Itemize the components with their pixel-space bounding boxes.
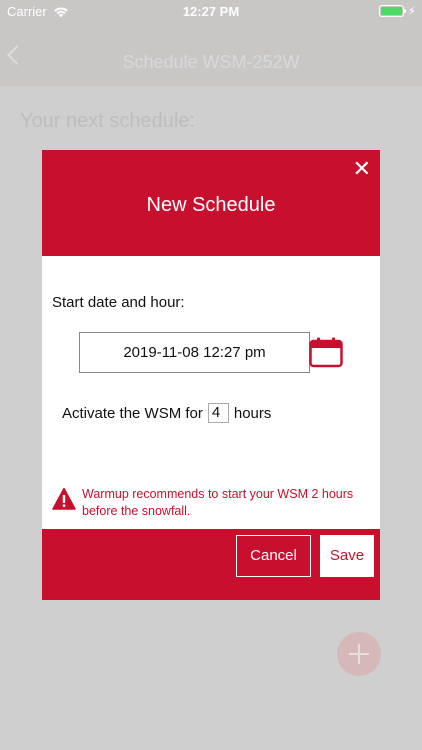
warning-message: Warmup recommends to start your WSM 2 ho… [52, 486, 372, 520]
warning-icon [52, 487, 76, 511]
battery-icon [378, 5, 406, 17]
cancel-button[interactable]: Cancel [236, 535, 311, 577]
warning-text: Warmup recommends to start your WSM 2 ho… [82, 487, 354, 518]
calendar-icon[interactable] [309, 337, 343, 368]
bolt-icon: ⚡ [407, 4, 416, 18]
status-time: 12:27 PM [182, 4, 240, 19]
new-schedule-dialog: ✕ New Schedule Start date and hour: 2019… [42, 150, 380, 600]
nav-title: Schedule WSM-252W [122, 52, 300, 72]
start-date-field[interactable]: 2019-11-08 12:27 pm [79, 332, 310, 373]
battery-fill [380, 7, 402, 15]
status-right: ⚡ [378, 4, 416, 18]
close-icon[interactable]: ✕ [353, 156, 371, 182]
hours-input[interactable]: 4 [207, 403, 229, 423]
dialog-footer: Cancel Save [42, 529, 380, 600]
status-bar: Carrier 12:27 PM ⚡ [0, 0, 422, 22]
add-schedule-button[interactable] [337, 632, 381, 676]
start-date-label: Start date and hour: [52, 294, 185, 311]
activate-prefix: Activate the WSM for [62, 404, 203, 422]
dialog-title: New Schedule [146, 194, 276, 216]
dialog-header: ✕ New Schedule [42, 150, 380, 256]
activate-suffix: hours [233, 404, 272, 422]
next-schedule-heading: Your next schedule: [20, 110, 195, 132]
save-button[interactable]: Save [320, 535, 374, 577]
activate-duration-row: Activate the WSM for 4 hours [62, 403, 271, 423]
nav-bar: Schedule WSM-252W [0, 22, 422, 86]
